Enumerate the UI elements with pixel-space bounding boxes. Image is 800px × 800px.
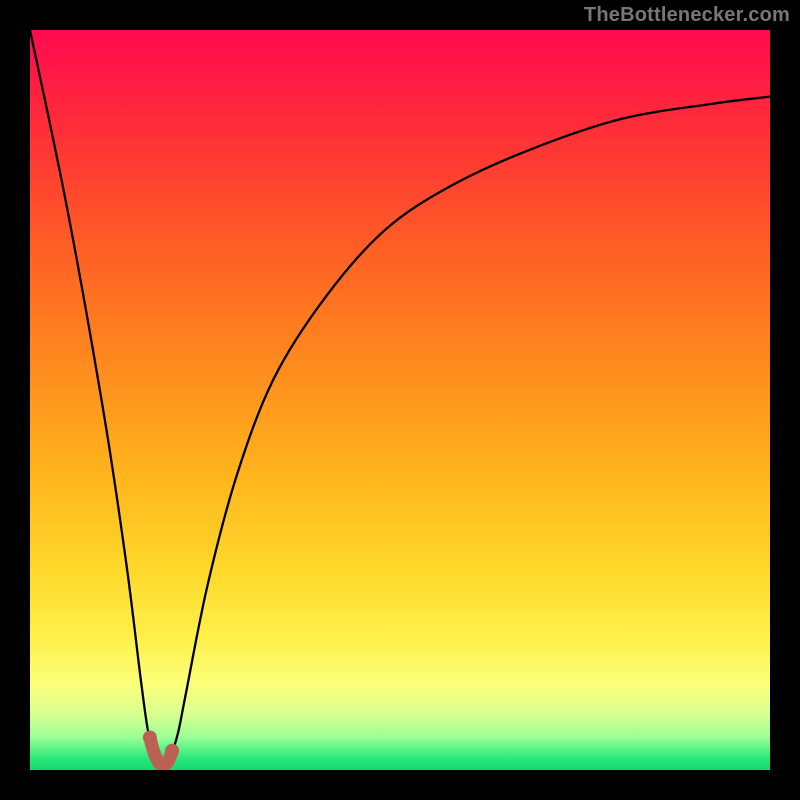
attribution-label: TheBottlenecker.com [584,4,790,27]
plot-area [30,30,770,770]
chart-svg [30,30,770,770]
optimal-marker-dot-right [165,744,179,758]
optimal-marker-dot-left [143,730,157,744]
chart-frame: TheBottlenecker.com [0,0,800,800]
gradient-background [30,30,770,770]
